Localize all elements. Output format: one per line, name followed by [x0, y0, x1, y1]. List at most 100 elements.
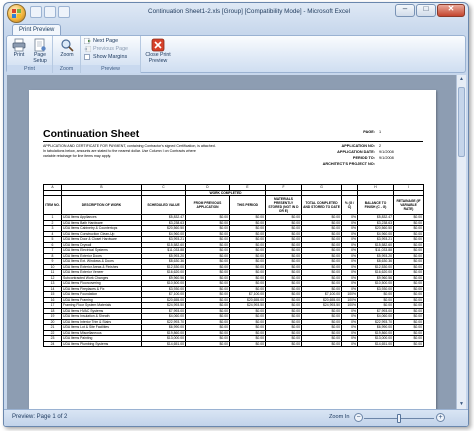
- close-icon: ✕: [447, 4, 455, 13]
- page-setup-label: Page Setup: [33, 52, 47, 64]
- close-window-button[interactable]: ✕: [437, 4, 465, 17]
- next-page-label: Next Page: [93, 38, 119, 44]
- office-logo-icon: [12, 9, 21, 18]
- meta-application-no: APPLICATION NO: 2: [299, 144, 403, 148]
- meta-value: 9/1/2008: [379, 156, 394, 160]
- table-body: 1 UDA Items Appliances $5,832.47 $0.00 $0.00…: [43, 214, 424, 347]
- page-setup-icon: [34, 38, 46, 52]
- meta-value: [379, 162, 403, 166]
- meta-label: APPLICATION NO:: [341, 144, 375, 148]
- ribbon-group-close: Close Print Preview: [141, 36, 175, 73]
- meta-period-to: PERIOD TO: 9/1/2008: [299, 156, 403, 160]
- header-balance: BALANCE TO FINISH (C - G): [357, 195, 394, 215]
- scroll-up-icon[interactable]: ▲: [457, 75, 466, 84]
- ribbon-group-preview-label: Preview: [81, 65, 140, 73]
- checkbox-icon: [84, 54, 90, 60]
- header-materials-stored: MATERIALS PRESENTLY STORED (NOT IN D OR …: [265, 195, 302, 215]
- preview-page: Continuation Sheet APPLICATION AND CERTI…: [29, 90, 436, 409]
- meta-value: 1: [379, 130, 382, 134]
- continuation-table: A B C D E F G H I WORK COMPLETED ITEM NO…: [43, 184, 424, 347]
- description-line-2: In tabulations below, amounts are stated…: [43, 149, 196, 153]
- undo-icon[interactable]: [44, 6, 56, 18]
- materials-cell: $0.00: [265, 340, 302, 347]
- ribbon: Print Page Setup Print Zoom Zoom Next Pa…: [6, 35, 466, 73]
- header-from-previous: FROM PREVIOUS APPLICATION: [185, 195, 230, 215]
- meta-page: PAGE: 1: [299, 130, 403, 134]
- zoom-out-icon[interactable]: −: [354, 413, 363, 422]
- header-scheduled-value: SCHEDULED VALUE: [141, 195, 186, 215]
- ribbon-group-zoom-label: Zoom: [53, 65, 80, 73]
- window-controls: – □ ✕: [395, 4, 465, 17]
- header-item-no: ITEM NO.: [43, 195, 62, 215]
- page-status: Preview: Page 1 of 2: [12, 414, 68, 420]
- ribbon-tab-row: Print Preview: [4, 23, 468, 35]
- scheduled-value-cell: $14,651.00: [141, 340, 186, 347]
- description-line-3: variable retainage for line items may ap…: [43, 154, 112, 158]
- total-completed-cell: $0.00: [301, 340, 342, 347]
- retainage-cell: $0.00: [393, 340, 424, 347]
- header-description: DESCRIPTION OF WORK: [61, 195, 142, 215]
- next-page-button[interactable]: Next Page: [84, 38, 118, 44]
- status-bar: Preview: Page 1 of 2 Zoom In − +: [4, 409, 468, 426]
- description-line-1: APPLICATION AND CERTIFICATE FOR PAYMENT,…: [43, 144, 216, 148]
- meta-value: 2: [379, 144, 382, 148]
- header-total-completed: TOTAL COMPLETED AND STORED TO DATE: [301, 195, 342, 215]
- quick-access-toolbar: [30, 6, 70, 18]
- show-margins-checkbox[interactable]: Show Margins: [84, 54, 127, 60]
- item-no-cell: 24: [43, 340, 62, 347]
- column-header-row: ITEM NO. DESCRIPTION OF WORK SCHEDULED V…: [43, 195, 424, 215]
- title-bar: Continuation Sheet1-2.xls [Group] [Compa…: [4, 3, 468, 23]
- excel-window: Continuation Sheet1-2.xls [Group] [Compa…: [3, 2, 469, 427]
- meta-label: PERIOD TO:: [352, 156, 375, 160]
- print-button[interactable]: Print: [9, 38, 29, 58]
- scroll-down-icon[interactable]: ▼: [457, 400, 466, 409]
- printer-icon: [12, 38, 26, 52]
- previous-page-icon: [84, 46, 91, 52]
- header-this-period: THIS PERIOD: [229, 195, 266, 215]
- from-previous-cell: $0.00: [185, 340, 230, 347]
- window-title: Continuation Sheet1-2.xls [Group] [Compa…: [148, 8, 350, 15]
- close-preview-icon: [151, 38, 165, 52]
- print-label: Print: [13, 52, 25, 58]
- zoom-in-icon[interactable]: +: [436, 413, 445, 422]
- sheet-title: Continuation Sheet: [43, 128, 140, 140]
- meta-value: 9/1/2008: [379, 150, 394, 154]
- previous-page-button[interactable]: Previous Page: [84, 46, 128, 52]
- header-percent: % (G / C): [341, 195, 358, 215]
- redo-icon[interactable]: [58, 6, 70, 18]
- meta-label: ARCHITECT'S PROJECT NO:: [322, 162, 375, 166]
- zoom-slider-knob[interactable]: [397, 414, 401, 423]
- ribbon-group-print: Print Page Setup Print: [7, 36, 53, 73]
- zoom-in-label[interactable]: Zoom In: [329, 414, 350, 420]
- close-print-preview-label: Close Print Preview: [145, 52, 171, 64]
- office-button[interactable]: [7, 4, 26, 23]
- close-print-preview-button[interactable]: Close Print Preview: [144, 38, 172, 64]
- zoom-button[interactable]: Zoom: [57, 38, 77, 58]
- meta-label: APPLICATION DATE:: [337, 150, 375, 154]
- meta-architect-project-no: ARCHITECT'S PROJECT NO:: [299, 162, 403, 166]
- tab-print-preview[interactable]: Print Preview: [12, 24, 62, 35]
- minimize-icon: –: [402, 4, 408, 13]
- header-retainage: RETAINAGE (IF VARIABLE RATE): [393, 195, 424, 215]
- page-setup-button[interactable]: Page Setup: [30, 38, 50, 64]
- ribbon-group-zoom: Zoom Zoom: [53, 36, 81, 73]
- previous-page-label: Previous Page: [93, 46, 129, 52]
- this-period-cell: $0.00: [229, 340, 266, 347]
- title-rule: [43, 141, 423, 142]
- magnifier-icon: [61, 39, 74, 52]
- maximize-icon: □: [423, 4, 429, 13]
- balance-cell: $14,651.00: [357, 340, 394, 347]
- meta-application-date: APPLICATION DATE: 9/1/2008: [299, 150, 403, 154]
- show-margins-label: Show Margins: [93, 54, 128, 60]
- percent-cell: 0%: [341, 340, 358, 347]
- table-row: 24 UDA Items Plumbing Systems $14,651.00 $0…: [43, 340, 424, 347]
- scroll-thumb[interactable]: [458, 87, 465, 157]
- print-preview-area[interactable]: Continuation Sheet APPLICATION AND CERTI…: [7, 75, 466, 409]
- vertical-scrollbar[interactable]: ▲ ▼: [456, 75, 466, 409]
- maximize-button[interactable]: □: [416, 4, 436, 17]
- save-icon[interactable]: [30, 6, 42, 18]
- minimize-button[interactable]: –: [395, 4, 415, 17]
- description-cell: UDA Items Plumbing Systems: [61, 340, 142, 347]
- next-page-icon: [84, 38, 91, 44]
- zoom-button-label: Zoom: [60, 52, 74, 58]
